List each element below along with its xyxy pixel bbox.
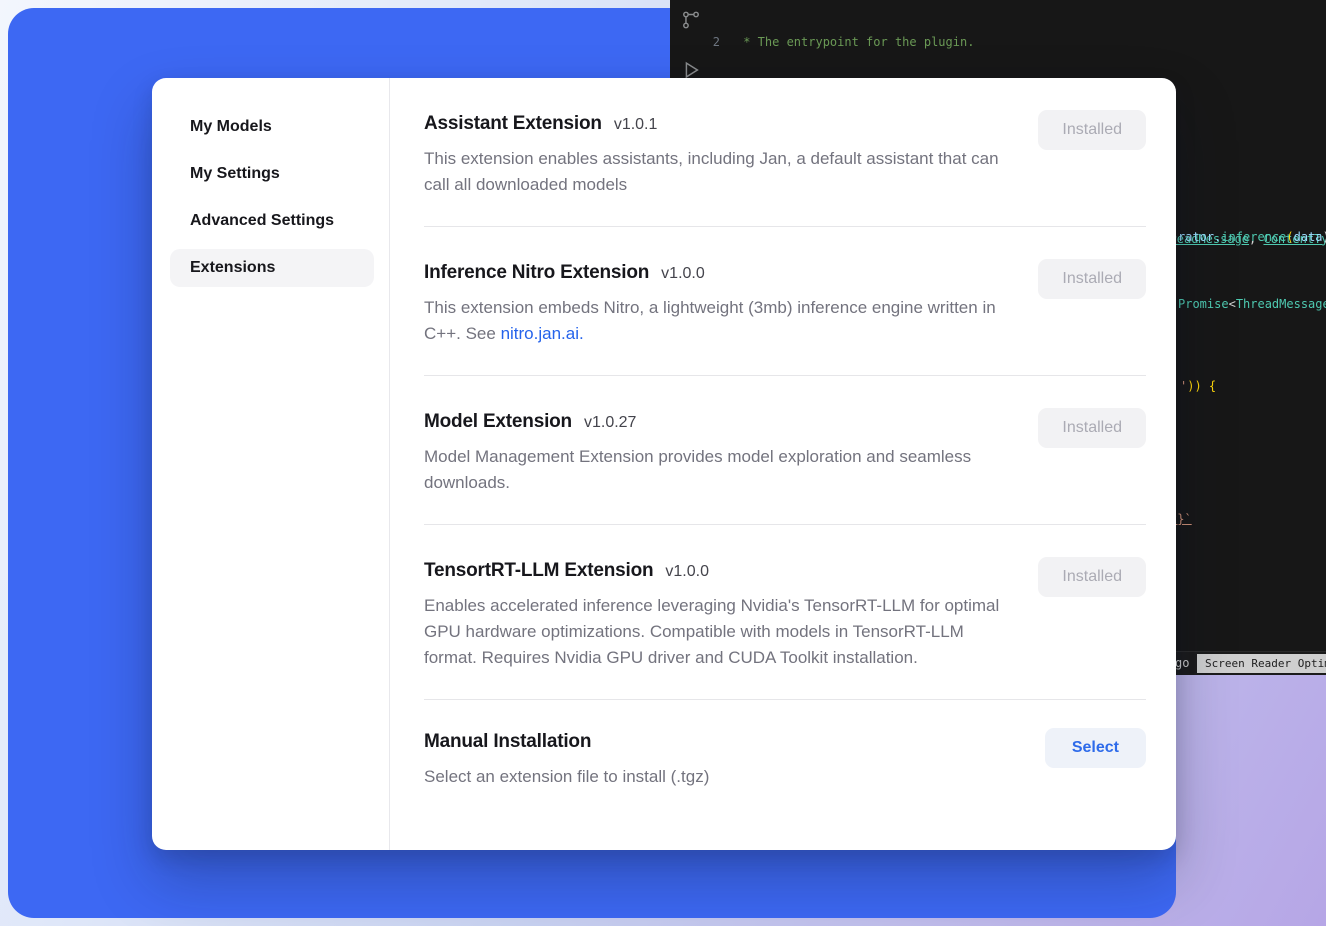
code-fragment: ')) {: [1180, 378, 1216, 394]
installed-button[interactable]: Installed: [1038, 259, 1146, 299]
extension-title-line: Model Extension v1.0.27: [424, 408, 1008, 435]
extension-title: Model Extension: [424, 408, 572, 435]
extension-title: TensortRT-LLM Extension: [424, 557, 653, 584]
sidebar-item-my-models[interactable]: My Models: [170, 108, 374, 146]
extension-title-line: Manual Installation: [424, 728, 709, 755]
code-text: * The entrypoint for the plugin.: [736, 34, 974, 50]
language-indicator[interactable]: go: [1175, 656, 1189, 670]
settings-modal: My Models My Settings Advanced Settings …: [152, 78, 1176, 850]
extension-info: TensortRT-LLM Extension v1.0.0 Enables a…: [424, 557, 1008, 671]
extension-title-line: Inference Nitro Extension v1.0.0: [424, 259, 1008, 286]
select-file-button[interactable]: Select: [1045, 728, 1146, 768]
extension-version: v1.0.1: [614, 116, 658, 134]
extension-title-line: TensortRT-LLM Extension v1.0.0: [424, 557, 1008, 584]
extension-info: Manual Installation Select an extension …: [424, 728, 709, 790]
sidebar-item-my-settings[interactable]: My Settings: [170, 155, 374, 193]
extension-row-tensorrt: TensortRT-LLM Extension v1.0.0 Enables a…: [424, 525, 1146, 700]
extension-version: v1.0.27: [584, 414, 636, 432]
sidebar-item-extensions[interactable]: Extensions: [170, 249, 374, 287]
extension-info: Assistant Extension v1.0.1 This extensio…: [424, 110, 1008, 198]
extension-row-nitro: Inference Nitro Extension v1.0.0 This ex…: [424, 227, 1146, 376]
code-fragment: rator.inference(data));: [1178, 229, 1326, 245]
manual-installation-description: Select an extension file to install (.tg…: [424, 764, 709, 790]
extension-row-assistant: Assistant Extension v1.0.1 This extensio…: [424, 78, 1146, 227]
code-fragment: Promise<ThreadMessage>: [1178, 296, 1326, 312]
extensions-list: Assistant Extension v1.0.1 This extensio…: [390, 78, 1176, 850]
installed-button[interactable]: Installed: [1038, 408, 1146, 448]
extension-title: Assistant Extension: [424, 110, 602, 137]
extension-row-model: Model Extension v1.0.27 Model Management…: [424, 376, 1146, 525]
extension-info: Model Extension v1.0.27 Model Management…: [424, 408, 1008, 496]
activity-bar: [676, 8, 706, 82]
extension-title-line: Assistant Extension v1.0.1: [424, 110, 1008, 137]
manual-installation-title: Manual Installation: [424, 728, 591, 755]
source-control-icon[interactable]: [679, 8, 703, 32]
extension-title: Inference Nitro Extension: [424, 259, 649, 286]
extension-description: This extension embeds Nitro, a lightweig…: [424, 295, 1008, 347]
extension-info: Inference Nitro Extension v1.0.0 This ex…: [424, 259, 1008, 347]
sidebar-item-advanced-settings[interactable]: Advanced Settings: [170, 202, 374, 240]
nitro-jan-ai-link[interactable]: nitro.jan.ai.: [501, 324, 584, 343]
manual-installation-row: Manual Installation Select an extension …: [424, 700, 1146, 790]
screen-reader-chip[interactable]: Screen Reader Optimized: [1197, 654, 1326, 673]
settings-sidebar: My Models My Settings Advanced Settings …: [152, 78, 390, 850]
extension-description: This extension enables assistants, inclu…: [424, 146, 1008, 198]
extension-description: Enables accelerated inference leveraging…: [424, 593, 1008, 671]
extension-version: v1.0.0: [661, 265, 705, 283]
line-number: 2: [706, 34, 736, 50]
extension-version: v1.0.0: [665, 563, 709, 581]
code-line: 2 * The entrypoint for the plugin.: [706, 34, 1326, 50]
extension-description: Model Management Extension provides mode…: [424, 444, 1008, 496]
installed-button[interactable]: Installed: [1038, 110, 1146, 150]
installed-button[interactable]: Installed: [1038, 557, 1146, 597]
